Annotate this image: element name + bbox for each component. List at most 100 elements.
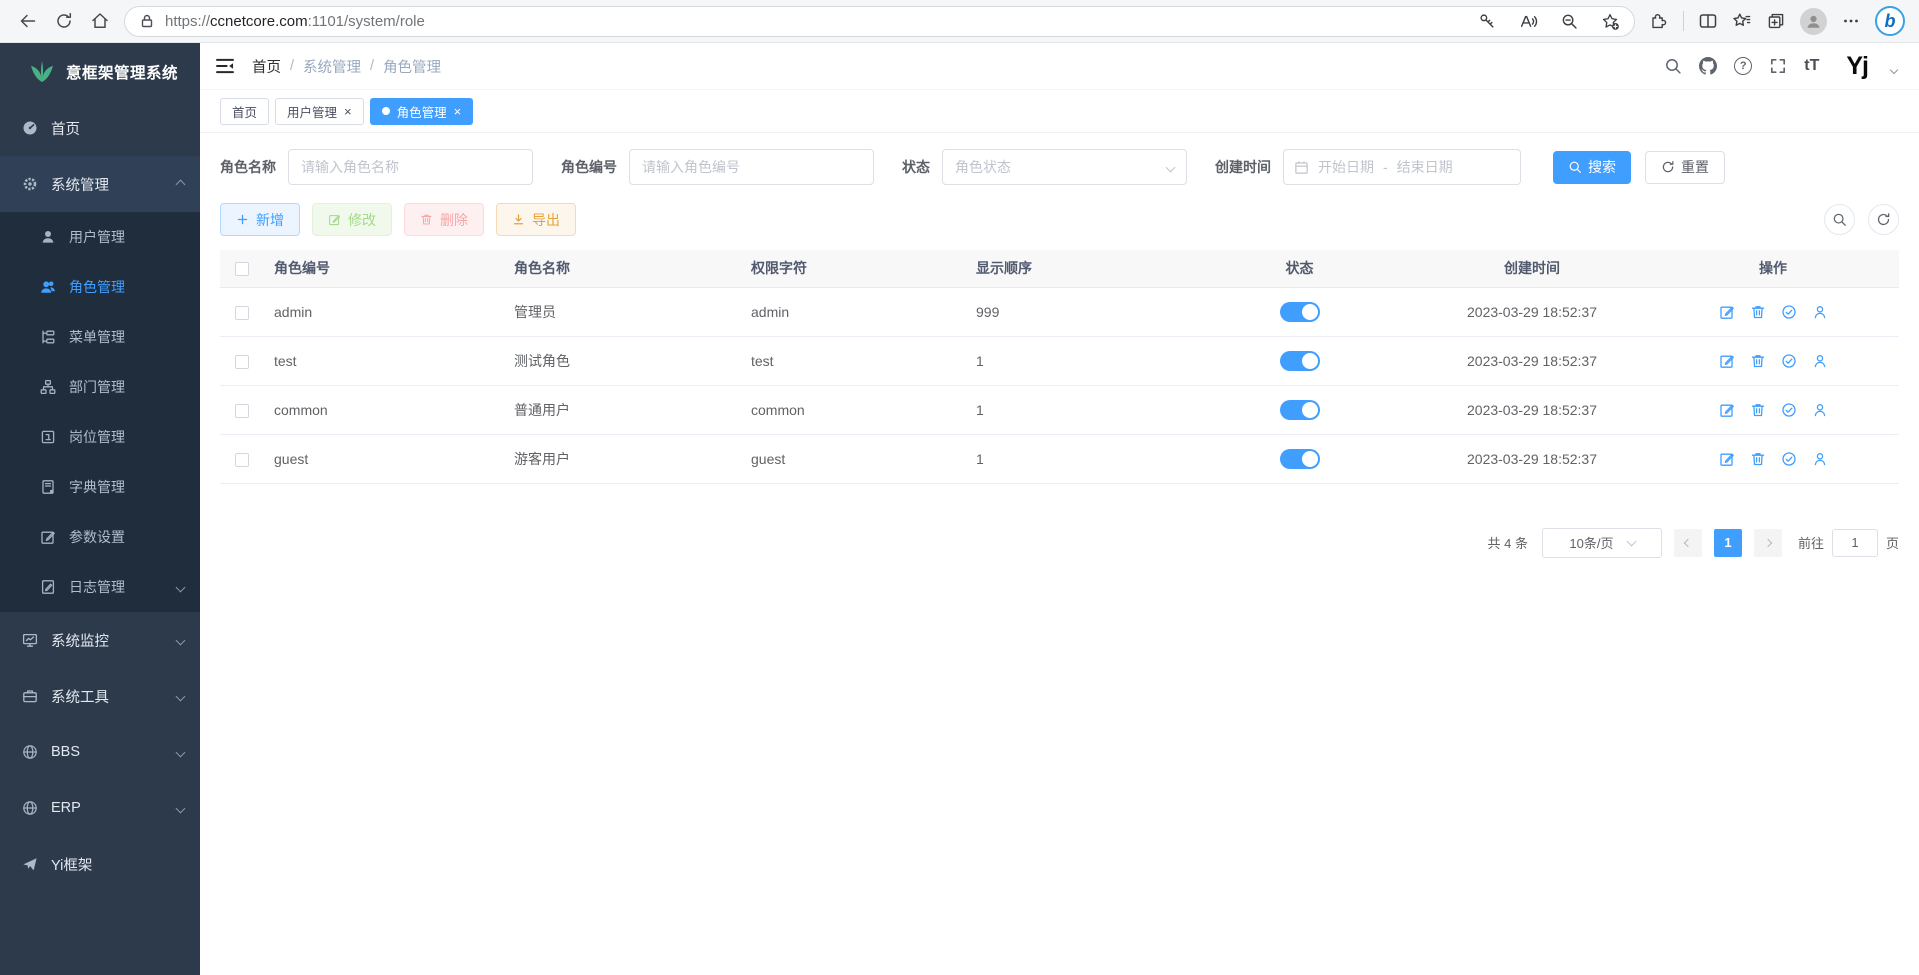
tab-bar: 首页 用户管理 × 角色管理 × (200, 90, 1919, 133)
zoom-out-icon[interactable] (1560, 12, 1579, 31)
page-size-select[interactable]: 10条/页 (1542, 528, 1662, 558)
select-all-checkbox[interactable] (235, 262, 249, 276)
chevron-left-icon (1684, 538, 1692, 546)
search-icon (1832, 212, 1847, 227)
text-size-icon[interactable]: tT (1804, 57, 1819, 75)
sidebar-item-erp[interactable]: ERP (0, 780, 200, 836)
assign-user-icon[interactable] (1812, 353, 1828, 369)
sidebar-item-system-tools[interactable]: 系统工具 (0, 668, 200, 724)
sidebar-item-menu-management[interactable]: 菜单管理 (0, 312, 200, 362)
help-icon[interactable]: ? (1734, 57, 1752, 75)
row-checkbox[interactable] (235, 453, 249, 467)
address-bar[interactable]: https://ccnetcore.com:1101/system/role (124, 6, 1635, 37)
password-key-icon[interactable] (1478, 12, 1497, 31)
next-page-button[interactable] (1754, 529, 1782, 557)
header-search-icon[interactable] (1664, 57, 1682, 75)
check-circle-icon[interactable] (1781, 451, 1797, 467)
sidebar-item-post-management[interactable]: 岗位管理 (0, 412, 200, 462)
trash-icon[interactable] (1750, 451, 1766, 467)
toggle-search-button[interactable] (1824, 204, 1855, 235)
sidebar-item-home[interactable]: 首页 (0, 100, 200, 156)
breadcrumb-home[interactable]: 首页 (252, 56, 281, 77)
current-page-button[interactable]: 1 (1714, 529, 1742, 557)
user-logo-avatar[interactable]: Yj (1846, 52, 1868, 81)
edit-icon[interactable] (1719, 451, 1735, 467)
browser-home-button[interactable] (82, 4, 118, 38)
check-circle-icon[interactable] (1781, 402, 1797, 418)
tab-user-management[interactable]: 用户管理 × (275, 98, 364, 125)
github-icon[interactable] (1699, 57, 1717, 75)
tab-role-management[interactable]: 角色管理 × (370, 98, 474, 125)
col-display-order: 显示顺序 (966, 250, 1182, 287)
chevron-down-icon (176, 635, 186, 645)
assign-user-icon[interactable] (1812, 451, 1828, 467)
sidebar-item-role-management[interactable]: 角色管理 (0, 262, 200, 312)
assign-user-icon[interactable] (1812, 402, 1828, 418)
status-select[interactable]: 角色状态 (942, 149, 1187, 185)
extensions-icon[interactable] (1649, 11, 1669, 31)
assign-user-icon[interactable] (1812, 304, 1828, 320)
split-screen-icon[interactable] (1698, 11, 1718, 31)
collections-icon[interactable] (1766, 11, 1786, 31)
delete-button[interactable]: 删除 (404, 203, 484, 236)
search-button[interactable]: 搜索 (1553, 151, 1631, 184)
check-circle-icon[interactable] (1781, 304, 1797, 320)
trash-icon[interactable] (1750, 402, 1766, 418)
close-icon[interactable]: × (344, 105, 352, 118)
bing-chat-icon[interactable]: b (1875, 6, 1905, 36)
browser-refresh-button[interactable] (46, 4, 82, 38)
calendar-icon (1294, 160, 1309, 175)
breadcrumb-role[interactable]: 角色管理 (383, 56, 441, 77)
status-label: 状态 (902, 157, 930, 177)
sidebar-collapse-icon[interactable] (214, 55, 236, 77)
tab-home[interactable]: 首页 (220, 98, 269, 125)
close-icon[interactable]: × (454, 105, 462, 118)
row-checkbox[interactable] (235, 404, 249, 418)
browser-menu-icon[interactable] (1841, 11, 1861, 31)
sidebar-item-dict-management[interactable]: 字典管理 (0, 462, 200, 512)
status-toggle[interactable] (1280, 302, 1320, 322)
edit-icon[interactable] (1719, 304, 1735, 320)
sidebar-item-system-management[interactable]: 系统管理 (0, 156, 200, 212)
sidebar-item-log-management[interactable]: 日志管理 (0, 562, 200, 612)
date-range-picker[interactable]: 开始日期 - 结束日期 (1283, 149, 1521, 185)
browser-back-button[interactable] (10, 4, 46, 38)
check-circle-icon[interactable] (1781, 353, 1797, 369)
sidebar-item-bbs[interactable]: BBS (0, 724, 200, 780)
favorites-icon[interactable] (1732, 11, 1752, 31)
read-aloud-icon[interactable] (1519, 12, 1538, 31)
add-button[interactable]: 新增 (220, 203, 300, 236)
sidebar-item-department-management[interactable]: 部门管理 (0, 362, 200, 412)
fullscreen-icon[interactable] (1769, 57, 1787, 75)
status-toggle[interactable] (1280, 400, 1320, 420)
role-name-input[interactable] (288, 149, 533, 185)
row-checkbox[interactable] (235, 306, 249, 320)
role-code-input[interactable] (629, 149, 874, 185)
reset-button[interactable]: 重置 (1645, 151, 1725, 184)
users-icon (40, 279, 56, 295)
browser-profile-avatar[interactable] (1800, 8, 1827, 35)
chevron-down-icon[interactable] (1890, 66, 1898, 74)
goto-page-input[interactable] (1832, 529, 1878, 557)
trash-icon[interactable] (1750, 353, 1766, 369)
system-submenu: 用户管理 角色管理 菜单管理 部门管理 岗位管理 (0, 212, 200, 612)
add-favorite-icon[interactable] (1601, 12, 1620, 31)
modify-button[interactable]: 修改 (312, 203, 392, 236)
table-toolbar: 新增 修改 删除 导出 (220, 203, 1899, 236)
breadcrumb: 首页 / 系统管理 / 角色管理 (252, 56, 441, 77)
edit-icon[interactable] (1719, 402, 1735, 418)
prev-page-button[interactable] (1674, 529, 1702, 557)
sidebar-item-user-management[interactable]: 用户管理 (0, 212, 200, 262)
breadcrumb-system[interactable]: 系统管理 (303, 56, 361, 77)
sidebar-item-system-monitor[interactable]: 系统监控 (0, 612, 200, 668)
status-toggle[interactable] (1280, 351, 1320, 371)
log-icon (40, 579, 56, 595)
edit-icon[interactable] (1719, 353, 1735, 369)
trash-icon[interactable] (1750, 304, 1766, 320)
row-checkbox[interactable] (235, 355, 249, 369)
sidebar-item-yi-framework[interactable]: Yi框架 (0, 836, 200, 892)
export-button[interactable]: 导出 (496, 203, 576, 236)
sidebar-item-parameter-settings[interactable]: 参数设置 (0, 512, 200, 562)
refresh-table-button[interactable] (1868, 204, 1899, 235)
status-toggle[interactable] (1280, 449, 1320, 469)
